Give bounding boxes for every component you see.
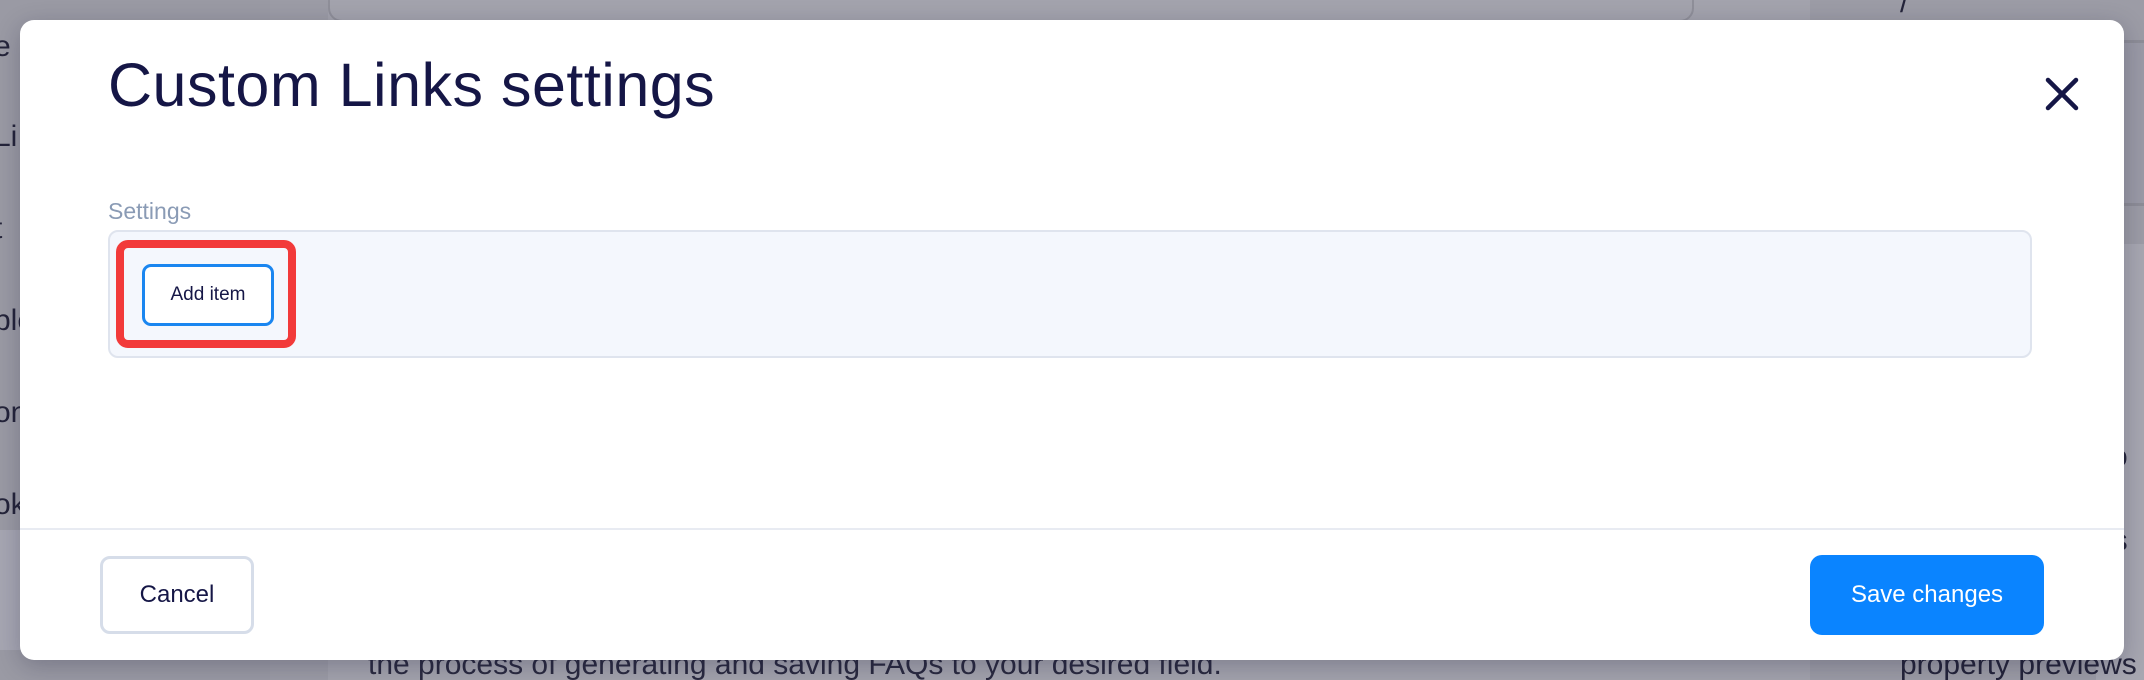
close-button[interactable]: [2038, 70, 2086, 118]
save-changes-button[interactable]: Save changes: [1810, 555, 2044, 635]
settings-section-label: Settings: [108, 198, 192, 224]
background-card: [328, 0, 1694, 22]
settings-panel: [108, 230, 2032, 358]
cancel-button[interactable]: Cancel: [100, 556, 254, 634]
custom-links-settings-modal: Custom Links settings Settings Add item …: [20, 20, 2124, 660]
background-right-top-fragment: /: [1900, 0, 1909, 19]
background-sidebar-item: e: [0, 30, 11, 63]
modal-footer-divider: [20, 528, 2124, 530]
add-item-button[interactable]: Add item: [142, 264, 274, 326]
modal-title: Custom Links settings: [108, 51, 716, 119]
background-sidebar-item: t: [0, 212, 2, 246]
close-icon: [2045, 77, 2079, 111]
background-sidebar-item: Li: [0, 120, 18, 153]
